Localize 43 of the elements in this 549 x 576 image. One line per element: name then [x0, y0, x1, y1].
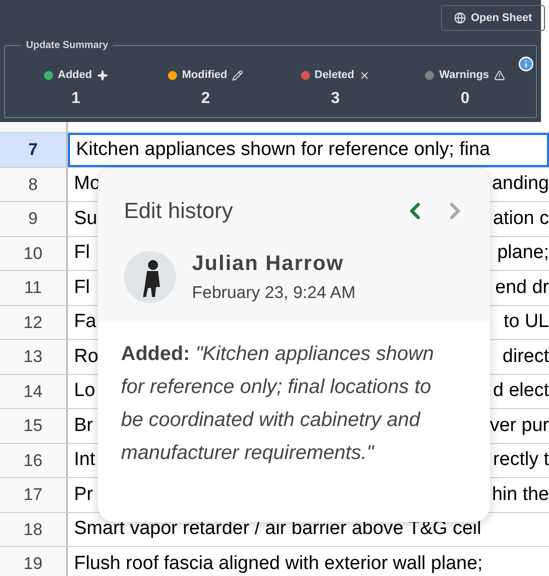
edit-timestamp: February 23, 9:24 AM [192, 282, 356, 304]
open-sheet-button[interactable]: Open Sheet [440, 5, 545, 31]
stat-count: 0 [460, 88, 470, 108]
row-number[interactable]: 18 [0, 512, 68, 546]
stat-label: Added [58, 68, 92, 83]
cell-text: Flush roof fascia aligned with exterior wall plane; [74, 552, 483, 576]
stat-label: Warnings [439, 68, 489, 83]
stat-label: Deleted [314, 68, 354, 83]
row-number[interactable]: 7 [0, 133, 68, 166]
cell-text: to UL [504, 310, 549, 334]
row-number[interactable]: 14 [0, 374, 68, 408]
stat-count: 3 [330, 88, 340, 108]
row-number[interactable]: 12 [0, 306, 68, 339]
row-number[interactable]: 8 [0, 168, 68, 201]
summary-title: Update Summary [25, 39, 110, 53]
change-description: Added: "Kitchen appliances shown for reference only; final locations to be coordinated with cabinetry and manufacturer requirements." [120, 342, 435, 466]
author-name: Julian Harrow [192, 251, 345, 277]
cell-text: Kitchen appliances shown for reference only; fina [76, 138, 490, 162]
row-number[interactable]: 10 [0, 236, 68, 270]
cell-text: hin the [492, 482, 549, 506]
row-number[interactable]: 15 [0, 409, 68, 442]
row-number[interactable]: 17 [0, 478, 68, 512]
row-number[interactable]: 13 [0, 340, 68, 374]
stat-count: 2 [201, 88, 210, 108]
pencil-icon [232, 70, 244, 81]
stat-label: Modified [182, 68, 228, 83]
table-cell[interactable]: Kitchen appliances shown for reference only; fina [68, 133, 549, 166]
row-number[interactable]: 9 [0, 202, 68, 236]
globe-icon [454, 12, 466, 24]
avatar-icon [124, 250, 176, 302]
cell-text: Fa [74, 310, 96, 334]
cell-text: Pr [74, 482, 93, 506]
sparkle-icon [96, 70, 108, 81]
warning-icon [494, 70, 505, 81]
row-number[interactable]: 19 [0, 547, 68, 576]
cell-text: anding [492, 172, 549, 196]
info-icon [518, 56, 534, 72]
stat-count: 1 [71, 88, 80, 108]
table-cell[interactable]: Flush roof fascia aligned with exterior wall plane; [68, 547, 549, 576]
row-number[interactable]: 16 [0, 444, 68, 477]
popup-title: Edit history [124, 197, 233, 225]
cross-icon [359, 70, 370, 81]
row-number[interactable]: 11 [0, 271, 68, 304]
